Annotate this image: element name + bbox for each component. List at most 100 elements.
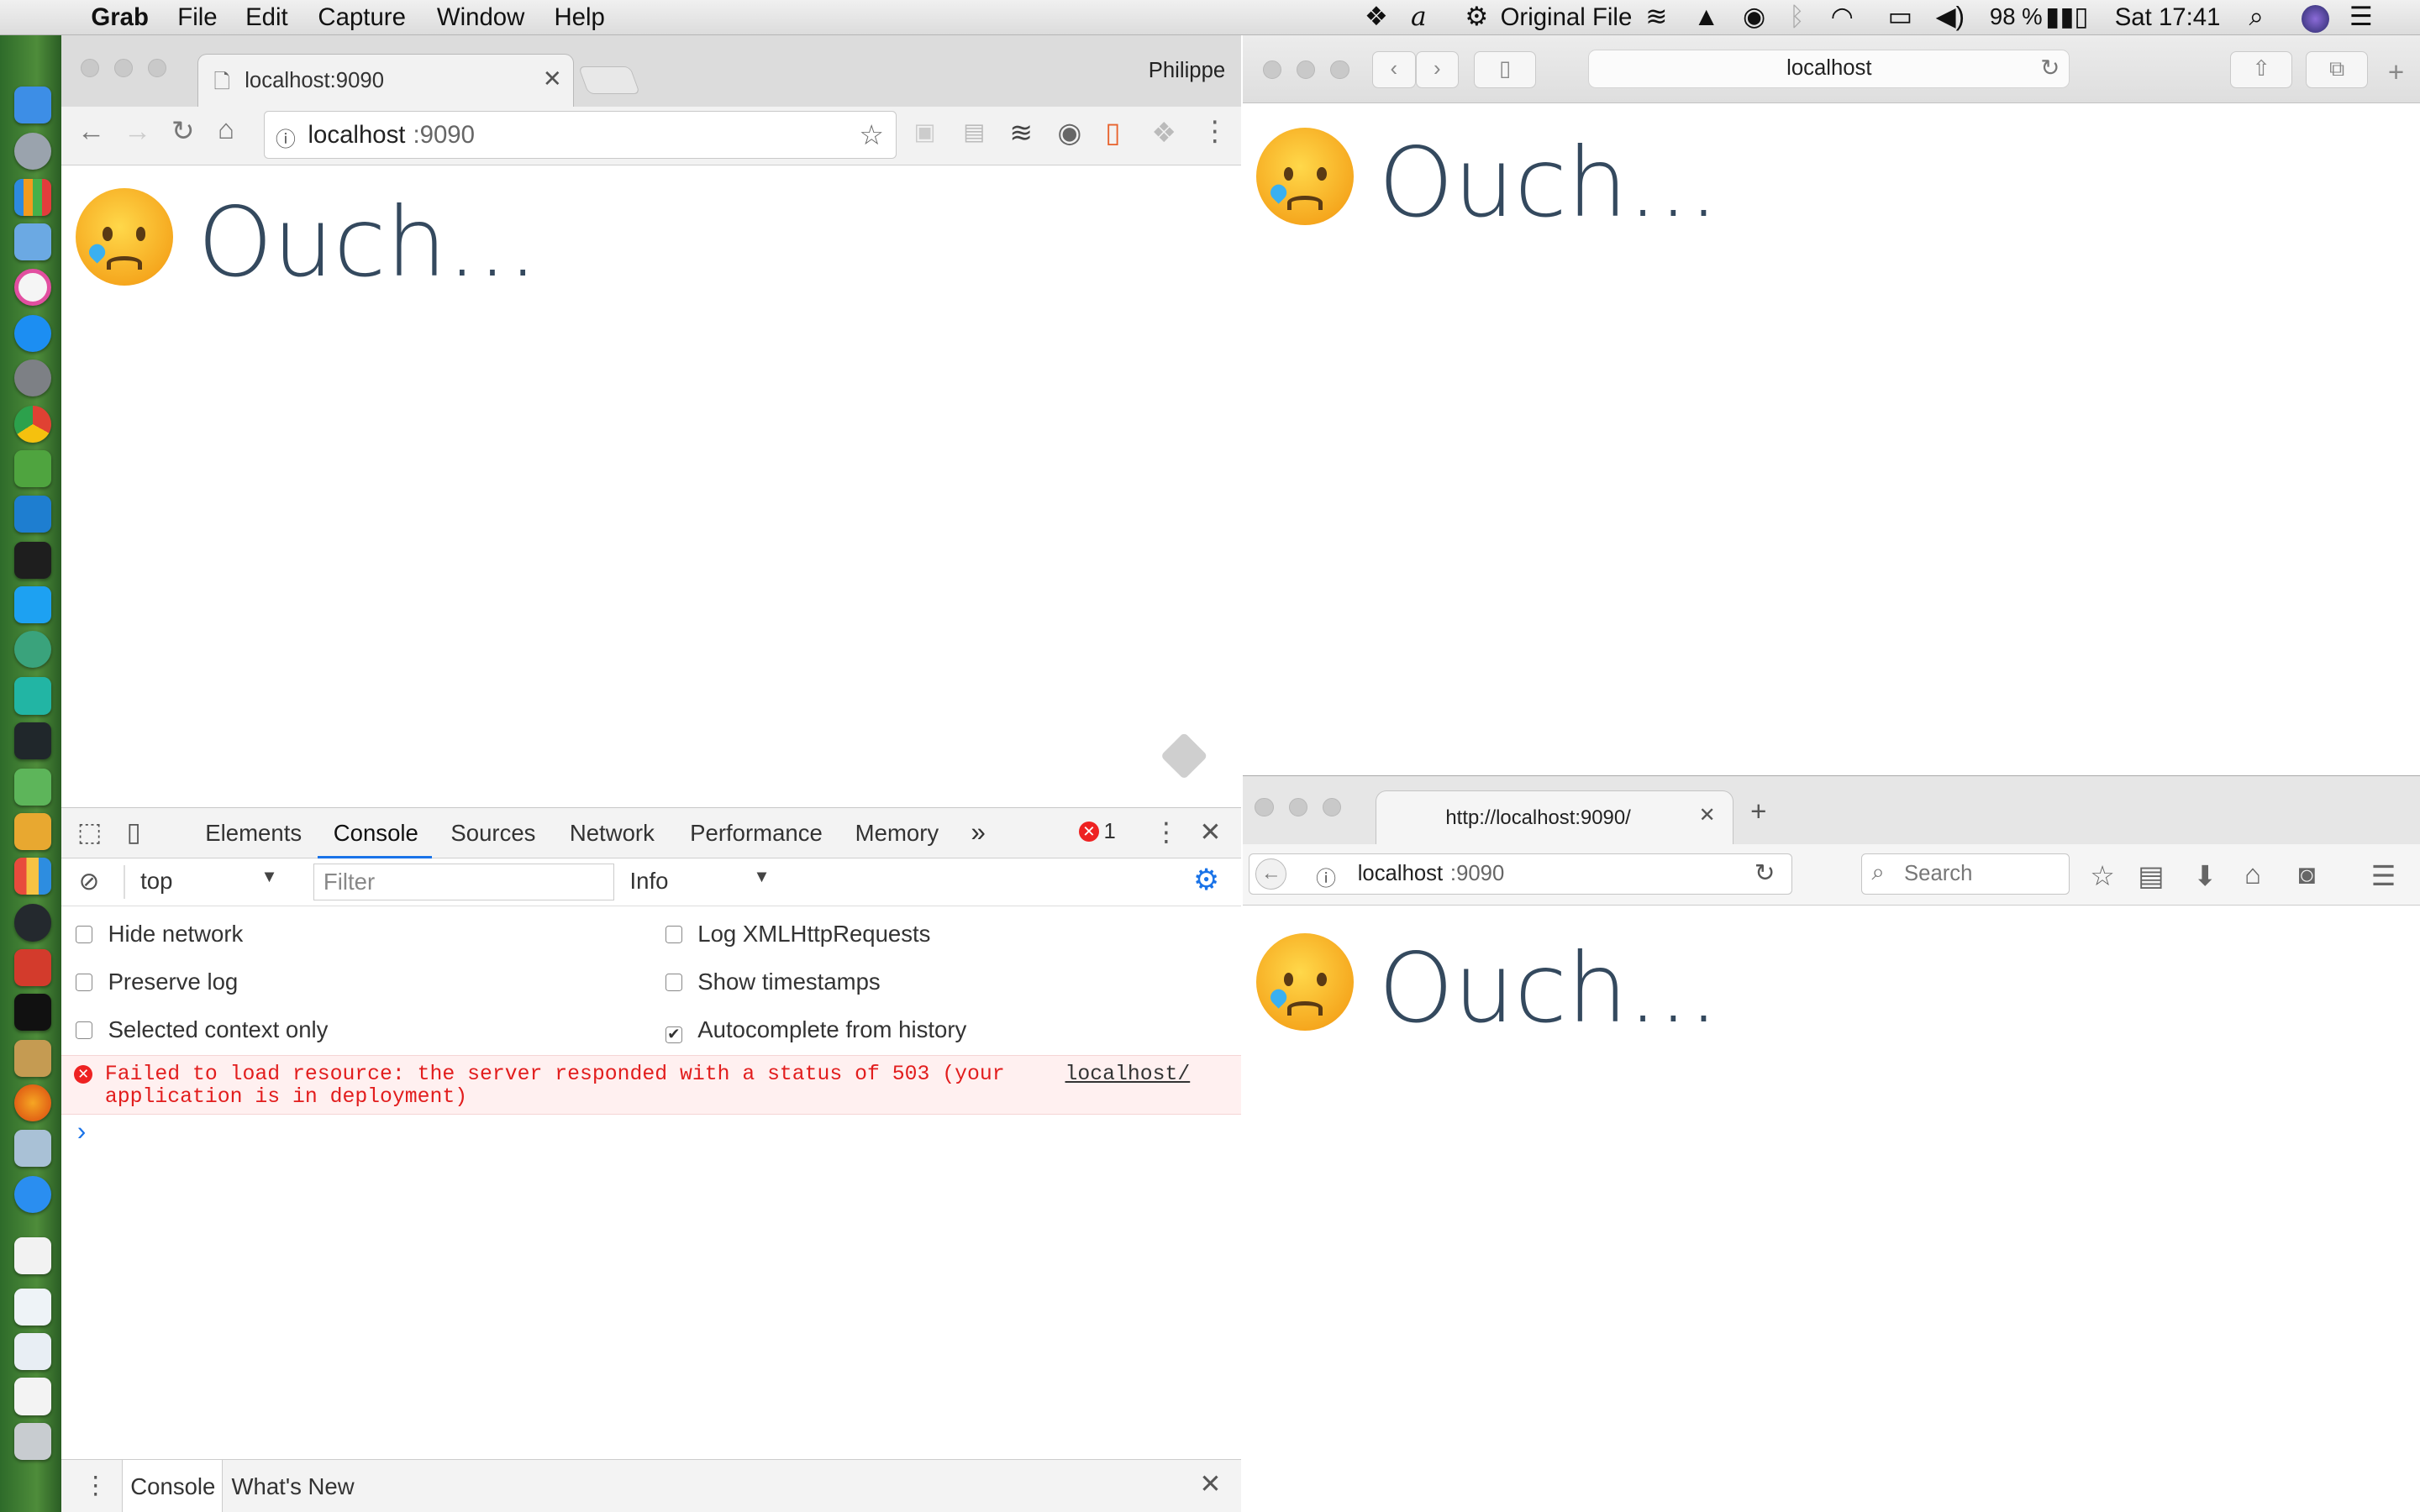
keynote-icon[interactable] — [13, 223, 51, 261]
chevron-down-icon[interactable]: ▼ — [260, 868, 277, 887]
back-button[interactable]: ‹ — [1372, 50, 1416, 88]
evernote-extension-icon[interactable]: ◉ — [1057, 116, 1081, 150]
evernote-icon[interactable]: ◉ — [1743, 2, 1765, 32]
downloads-stack-icon[interactable] — [13, 1378, 51, 1415]
volume-icon[interactable]: ◀) — [1936, 2, 1965, 32]
google-chrome-icon[interactable] — [13, 406, 51, 444]
slack-icon[interactable] — [13, 858, 51, 895]
grab-icon[interactable] — [13, 1129, 51, 1167]
profile-name[interactable]: Philippe — [1149, 59, 1225, 83]
forward-arrow-icon[interactable]: → — [124, 116, 151, 148]
reload-icon[interactable]: ↻ — [171, 114, 195, 148]
terminal-icon[interactable] — [13, 541, 51, 579]
gear-icon[interactable]: ⚙ — [1465, 2, 1488, 32]
home-icon[interactable]: ⌂ — [2244, 859, 2261, 891]
checkbox[interactable] — [665, 974, 682, 991]
tab-performance[interactable]: Performance — [690, 820, 823, 847]
menu-app-name[interactable]: Grab — [91, 3, 149, 32]
itunes-icon[interactable] — [13, 268, 51, 306]
new-tab-icon[interactable]: + — [1750, 796, 1766, 828]
close-window-button[interactable] — [1262, 60, 1281, 79]
drawer-menu-icon[interactable]: ⋮ — [83, 1471, 108, 1500]
tab-memory[interactable]: Memory — [855, 820, 939, 847]
feedback-diamond-icon[interactable] — [1160, 732, 1208, 780]
firefox-tab[interactable]: http://localhost:9090/ ✕ — [1375, 790, 1733, 844]
log-level-select[interactable]: Info — [629, 868, 668, 895]
sidebar-button[interactable]: ▯ — [1474, 50, 1536, 88]
drawer-tab-console[interactable]: Console — [122, 1459, 223, 1512]
chevron-down-icon[interactable]: ▼ — [753, 868, 770, 887]
safari-address-bar[interactable]: localhost ↻ — [1588, 49, 2070, 88]
zoom-window-button[interactable] — [1323, 797, 1342, 816]
dropbox-extension-icon[interactable]: ❖ — [1151, 116, 1176, 150]
drawer-tab-whats-new[interactable]: What's New — [232, 1473, 355, 1500]
back-arrow-icon[interactable]: ← — [1255, 858, 1287, 890]
intellij-icon[interactable] — [13, 994, 51, 1032]
atom-icon[interactable] — [13, 631, 51, 669]
close-tab-icon[interactable]: ✕ — [1699, 803, 1716, 827]
close-window-button[interactable] — [1255, 797, 1274, 816]
textwrangler-icon[interactable] — [13, 768, 51, 806]
twitter-icon[interactable] — [13, 586, 51, 624]
stack-icon[interactable]: ≋ — [1645, 2, 1667, 32]
trash-icon[interactable] — [13, 1422, 51, 1460]
option-preserve-log[interactable]: Preserve log — [76, 969, 238, 995]
back-arrow-icon[interactable]: ← — [77, 116, 105, 148]
new-tab-icon[interactable]: + — [2388, 57, 2404, 89]
bluetooth-icon[interactable]: ᛒ — [1789, 2, 1805, 32]
devtools-menu-icon[interactable]: ⋮ — [1153, 817, 1179, 848]
tab-console[interactable]: Console — [334, 820, 418, 847]
bookmark-star-icon[interactable]: ☆ — [2090, 859, 2115, 893]
extension-list-icon[interactable]: ▤ — [963, 118, 985, 145]
clock[interactable]: Sat 17:41 — [2115, 3, 2221, 32]
error-badge-icon[interactable]: ✕ — [1079, 822, 1099, 843]
info-icon[interactable]: ⓘ — [276, 123, 296, 152]
option-autocomplete-history[interactable]: ✔ Autocomplete from history — [665, 1016, 966, 1043]
dropbox-icon[interactable]: ❖ — [1365, 2, 1388, 32]
checkbox-checked[interactable]: ✔ — [665, 1026, 682, 1043]
activity-monitor-icon[interactable] — [13, 722, 51, 759]
more-tabs-icon[interactable]: » — [971, 817, 985, 848]
document-icon[interactable] — [13, 1237, 51, 1275]
show-tabs-button[interactable]: ⧉ — [2306, 50, 2368, 88]
info-icon[interactable]: ⓘ — [1316, 862, 1336, 891]
minimize-window-button[interactable] — [1288, 797, 1307, 816]
close-tab-icon[interactable]: ✕ — [543, 66, 562, 92]
wifi-icon[interactable]: ◠ — [1831, 2, 1854, 32]
menu-capture[interactable]: Capture — [318, 3, 406, 32]
checkbox[interactable] — [665, 926, 682, 943]
console-settings-gear-icon[interactable]: ⚙ — [1193, 864, 1219, 897]
safari-dock-icon[interactable] — [13, 1175, 51, 1213]
menu-help[interactable]: Help — [554, 3, 604, 32]
firefox-dock-icon[interactable] — [13, 1084, 51, 1122]
tab-network[interactable]: Network — [570, 820, 655, 847]
ruby-box-icon[interactable] — [13, 948, 51, 986]
close-drawer-icon[interactable]: ✕ — [1199, 1469, 1221, 1499]
firefox-search-box[interactable]: ⌕ Search — [1861, 853, 2070, 895]
menu-window[interactable]: Window — [437, 3, 524, 32]
archive-utility-icon[interactable] — [13, 1040, 51, 1078]
finder-icon[interactable] — [13, 86, 51, 123]
chrome-menu-icon[interactable]: ⋮ — [1201, 114, 1228, 148]
notification-center-icon[interactable]: ☰ — [2349, 2, 2373, 32]
office-icon[interactable]: ▯ — [1105, 116, 1120, 150]
error-source-link[interactable]: localhost/ — [1065, 1063, 1191, 1087]
reload-icon[interactable]: ↻ — [2040, 50, 2060, 86]
device-toolbar-icon[interactable]: ▯ — [127, 817, 141, 848]
sourcetree-icon[interactable] — [13, 677, 51, 715]
console-prompt[interactable]: › — [77, 1116, 86, 1147]
github-icon[interactable] — [13, 904, 51, 942]
minimize-window-button[interactable] — [113, 58, 133, 77]
address-bar[interactable]: ⓘ localhost :9090 ☆ — [264, 111, 897, 160]
hat-icon[interactable]: ▲ — [1693, 2, 1719, 32]
inspect-element-icon[interactable]: ⬚ — [77, 817, 103, 848]
downloads-icon[interactable]: ⬇ — [2193, 859, 2217, 893]
bookmarks-menu-icon[interactable]: ▤ — [2138, 859, 2164, 893]
firefox-url-bar[interactable]: ← ⓘ localhost :9090 ↻ — [1249, 853, 1792, 895]
layers-icon[interactable]: ≋ — [1009, 116, 1033, 150]
extension-reader-icon[interactable]: ▣ — [913, 118, 935, 145]
option-show-timestamps[interactable]: Show timestamps — [665, 969, 881, 995]
spotlight-search-icon[interactable]: ⌕ — [2249, 2, 2264, 33]
minimize-window-button[interactable] — [1297, 60, 1316, 79]
zoom-window-button[interactable] — [148, 58, 167, 77]
